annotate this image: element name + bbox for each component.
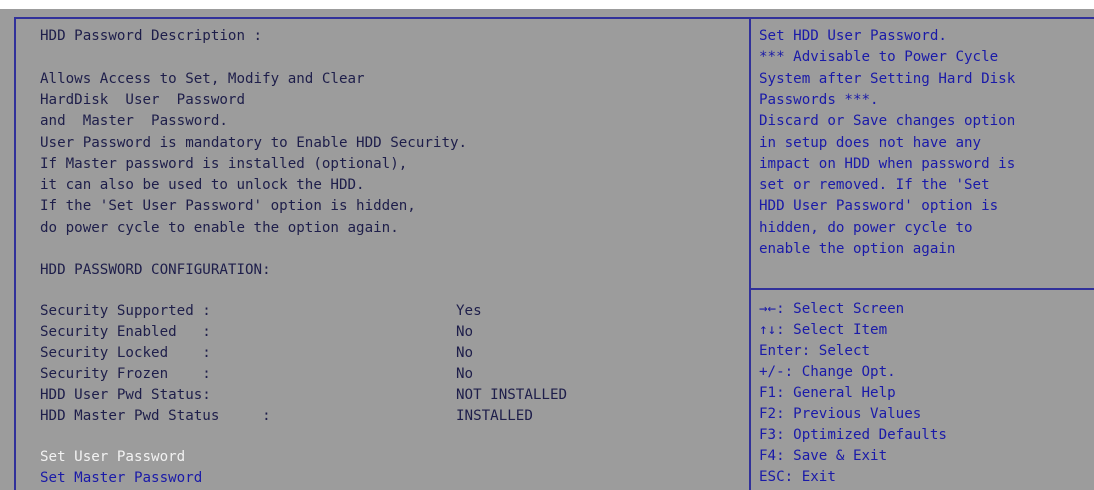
help-line: Passwords ***. [759, 92, 879, 108]
help-line: *** Advisable to Power Cycle [759, 49, 999, 65]
description-line: and Master Password. [40, 113, 228, 129]
key-hint-key: ESC [759, 469, 785, 485]
help-line: enable the option again [759, 241, 956, 257]
set-master-password-item[interactable]: Set Master Password [40, 468, 202, 490]
description-line: Allows Access to Set, Modify and Clear [40, 71, 365, 87]
config-row-value: NOT INSTALLED [456, 387, 568, 403]
key-hint-change-opt: +/-: Change Opt. [759, 362, 896, 384]
key-hint-save-exit: F4: Save & Exit [759, 446, 887, 468]
key-hint-desc: : Select Item [776, 322, 888, 338]
config-row-value: Yes [456, 303, 482, 319]
key-hint-desc: : Save & Exit [776, 448, 888, 464]
set-user-password-item[interactable]: Set User Password [40, 447, 185, 469]
key-hint-key: +/- [759, 364, 785, 380]
bios-screen: HDD Password Description : Allows Access… [0, 9, 1094, 490]
help-line: Discard or Save changes option [759, 113, 1016, 129]
config-row-value: No [456, 345, 474, 361]
frame-top-border [14, 17, 1094, 19]
frame-left-border [14, 17, 16, 490]
help-line: hidden, do power cycle to [759, 220, 973, 236]
config-heading: HDD PASSWORD CONFIGURATION: [40, 262, 271, 278]
frame-help-divider [751, 288, 1094, 290]
help-line: in setup does not have any [759, 135, 982, 151]
config-row-label: HDD Master Pwd Status : [40, 408, 271, 424]
config-row-value: No [456, 366, 474, 382]
arrow-up-down-icon: ↑↓ [759, 322, 777, 338]
help-line: System after Setting Hard Disk [759, 71, 1016, 87]
config-row-value: No [456, 324, 474, 340]
config-row-label: Security Enabled : [40, 324, 211, 340]
config-row-value: INSTALLED [456, 408, 533, 424]
config-row-label: Security Frozen : [40, 366, 211, 382]
description-line: If the 'Set User Password' option is hid… [40, 198, 416, 214]
key-hint-previous-values: F2: Previous Values [759, 404, 921, 426]
description-line: User Password is mandatory to Enable HDD… [40, 135, 468, 151]
key-hint-desc: : Select [801, 343, 871, 359]
description-heading: HDD Password Description : [40, 28, 263, 44]
description-line: If Master password is installed (optiona… [40, 156, 408, 172]
key-hint-key: F1 [759, 385, 777, 401]
description-line: HardDisk User Password [40, 92, 245, 108]
config-row-label: Security Locked : [40, 345, 211, 361]
key-hint-select-screen: →←: Select Screen [759, 299, 904, 321]
config-row-label: Security Supported : [40, 303, 211, 319]
key-hint-select-item: ↑↓: Select Item [759, 320, 887, 342]
key-hint-enter: Enter: Select [759, 341, 870, 363]
frame-column-divider [749, 17, 751, 490]
key-hint-general-help: F1: General Help [759, 383, 896, 405]
config-row-label: HDD User Pwd Status: [40, 387, 211, 403]
key-hint-desc: : Optimized Defaults [776, 427, 947, 443]
key-hint-desc: : Change Opt. [784, 364, 896, 380]
help-line: HDD User Password' option is [759, 198, 999, 214]
help-line: set or removed. If the 'Set [759, 177, 990, 193]
key-hint-desc: : Select Screen [776, 301, 905, 317]
key-hint-key: F4 [759, 448, 777, 464]
key-hint-desc: : Exit [784, 469, 836, 485]
description-line: it can also be used to unlock the HDD. [40, 177, 365, 193]
key-hint-key: F2 [759, 406, 777, 422]
key-hint-key: Enter [759, 343, 802, 359]
help-line: Set HDD User Password. [759, 28, 947, 44]
key-hint-optimized-defaults: F3: Optimized Defaults [759, 425, 947, 447]
description-line: do power cycle to enable the option agai… [40, 220, 399, 236]
key-hint-desc: : General Help [776, 385, 896, 401]
key-hint-desc: : Previous Values [776, 406, 922, 422]
key-hint-exit: ESC: Exit [759, 467, 836, 489]
arrow-left-right-icon: →← [759, 301, 777, 317]
help-line: impact on HDD when password is [759, 156, 1016, 172]
key-hint-key: F3 [759, 427, 777, 443]
